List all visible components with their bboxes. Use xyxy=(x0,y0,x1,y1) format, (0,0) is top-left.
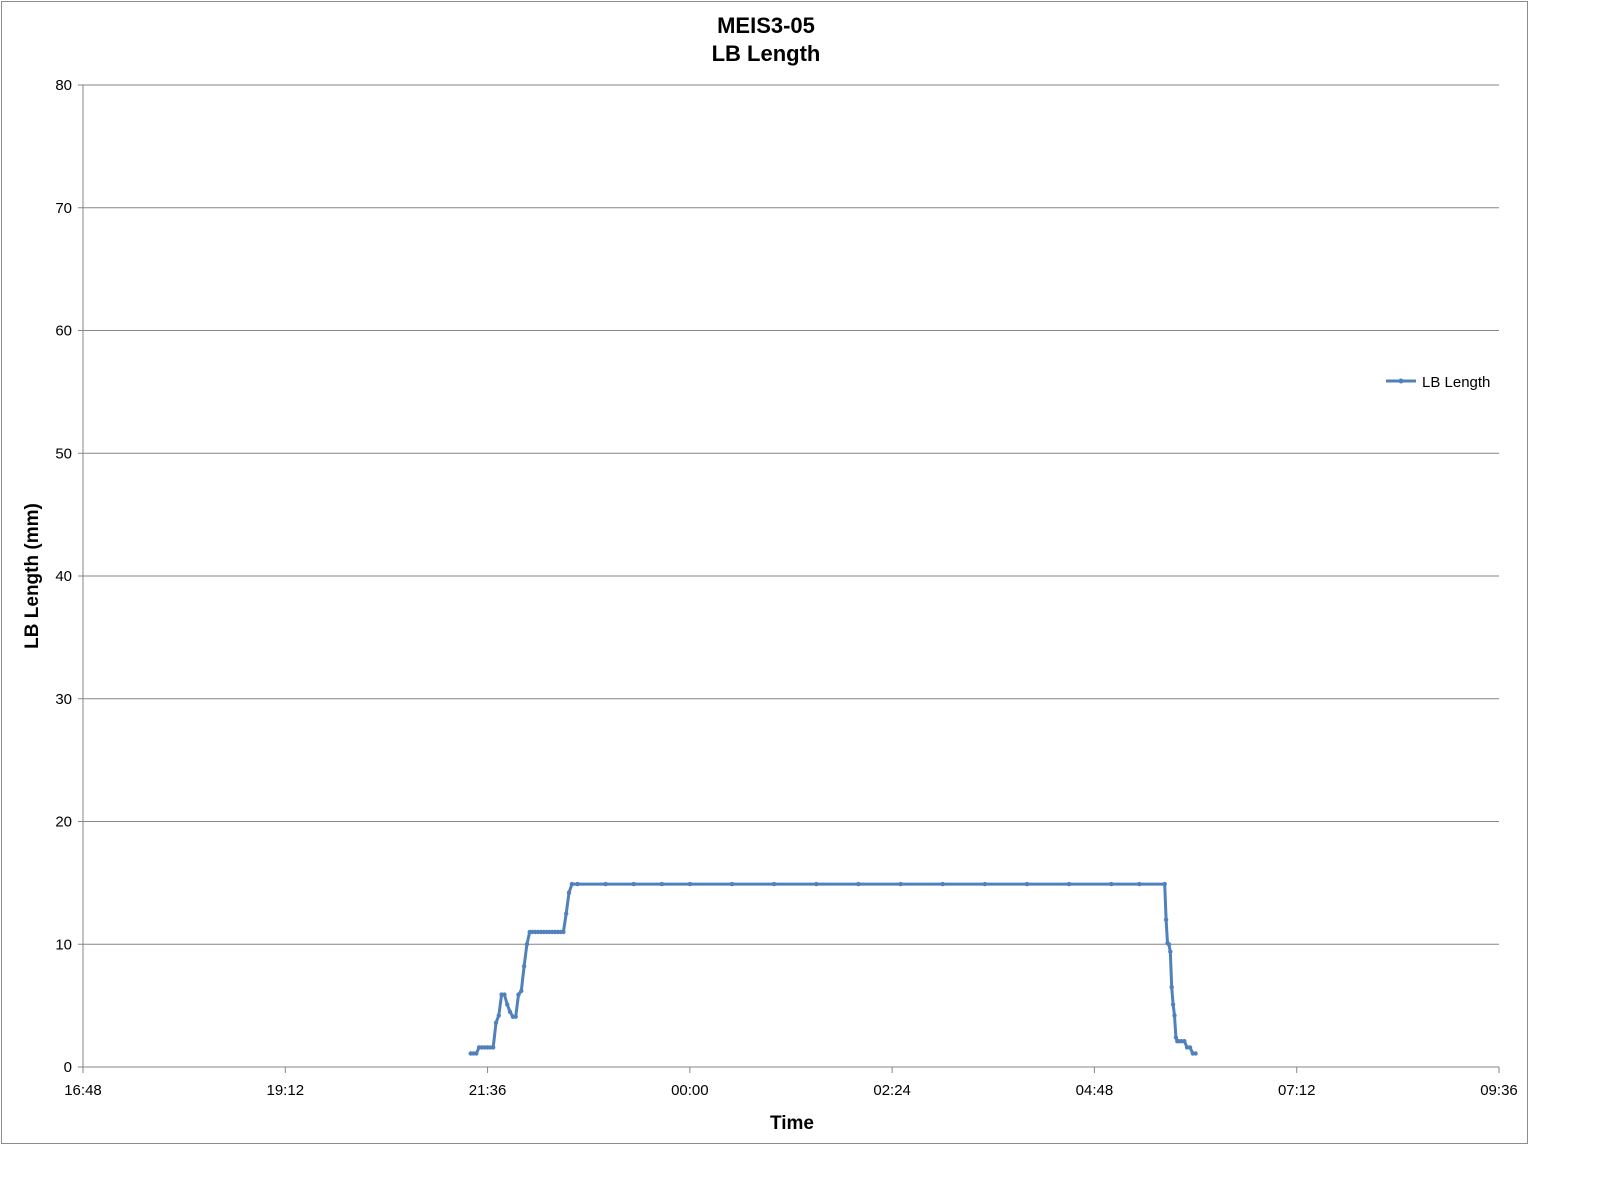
data-point xyxy=(1169,985,1174,990)
data-point xyxy=(502,992,507,997)
data-point xyxy=(524,942,530,947)
data-point xyxy=(631,881,636,887)
data-point xyxy=(491,1045,496,1050)
series-layer xyxy=(468,881,1198,1056)
y-tick-label: 0 xyxy=(64,1059,72,1076)
x-tick-label: 21:36 xyxy=(469,1082,507,1099)
series-line xyxy=(470,882,1196,1055)
data-point xyxy=(1166,942,1172,947)
data-point xyxy=(566,890,572,895)
data-point xyxy=(561,929,566,935)
data-point xyxy=(505,1002,510,1007)
y-axis-title: LB Length (mm) xyxy=(22,503,43,649)
data-point xyxy=(507,1009,513,1014)
y-tick-label: 50 xyxy=(55,445,72,462)
line-chart: MEIS3-05 LB Length 0 10 20 30 40 50 60 70 80 16:… xyxy=(22,13,1518,1134)
y-tick-label: 40 xyxy=(55,568,72,585)
x-axis-ticks: 16:48 19:12 21:36 00:00 02:24 04:48 07:12 09:36 xyxy=(64,1067,1518,1099)
data-point xyxy=(513,1014,518,1019)
data-point xyxy=(1182,1039,1187,1044)
x-tick-label: 07:12 xyxy=(1278,1082,1316,1099)
data-point xyxy=(493,1020,499,1025)
y-tick-label: 70 xyxy=(55,200,72,217)
data-point xyxy=(496,1013,501,1018)
data-point xyxy=(1024,881,1030,887)
y-axis-ticks: 0 10 20 30 40 50 60 70 80 xyxy=(55,77,83,1076)
data-point xyxy=(1170,1002,1176,1007)
y-tick-label: 30 xyxy=(55,691,72,708)
legend: LB Length xyxy=(1386,374,1490,391)
legend-marker-swatch xyxy=(1398,378,1404,384)
data-point xyxy=(569,881,575,887)
data-point xyxy=(519,988,524,994)
x-tick-label: 00:00 xyxy=(671,1082,709,1099)
data-point xyxy=(771,881,777,887)
data-point xyxy=(1193,1051,1198,1056)
data-point xyxy=(521,964,527,969)
data-point xyxy=(982,881,988,887)
grid-lines xyxy=(83,84,1499,945)
data-point xyxy=(1172,1013,1177,1018)
y-tick-label: 20 xyxy=(55,814,72,831)
data-point xyxy=(1187,1045,1193,1050)
x-tick-label: 04:48 xyxy=(1076,1082,1114,1099)
data-point xyxy=(729,881,735,887)
y-tick-label: 60 xyxy=(55,323,72,340)
x-tick-label: 02:24 xyxy=(873,1082,911,1099)
data-point xyxy=(659,881,664,887)
data-point xyxy=(856,881,861,887)
x-axis-title: Time xyxy=(770,1113,814,1134)
data-point xyxy=(1109,881,1114,887)
data-point xyxy=(564,911,569,916)
legend-label: LB Length xyxy=(1422,374,1490,391)
data-point xyxy=(940,881,945,887)
data-point xyxy=(1137,881,1142,887)
data-point xyxy=(474,1051,479,1056)
y-tick-label: 10 xyxy=(55,936,72,953)
data-point xyxy=(898,881,903,887)
x-tick-label: 19:12 xyxy=(267,1082,305,1099)
data-point xyxy=(1066,881,1072,887)
data-point xyxy=(687,881,693,887)
data-point xyxy=(1163,917,1169,922)
y-tick-label: 80 xyxy=(55,77,72,94)
data-point xyxy=(575,881,580,887)
x-tick-label: 09:36 xyxy=(1480,1082,1518,1099)
data-point xyxy=(1162,881,1167,887)
chart-title-line-2: LB Length xyxy=(712,41,821,66)
data-point xyxy=(814,881,819,887)
data-point xyxy=(1168,949,1173,954)
data-point xyxy=(603,881,608,887)
x-tick-label: 16:48 xyxy=(64,1082,102,1099)
data-point xyxy=(516,992,521,997)
chart-title-line-1: MEIS3-05 xyxy=(717,13,815,38)
